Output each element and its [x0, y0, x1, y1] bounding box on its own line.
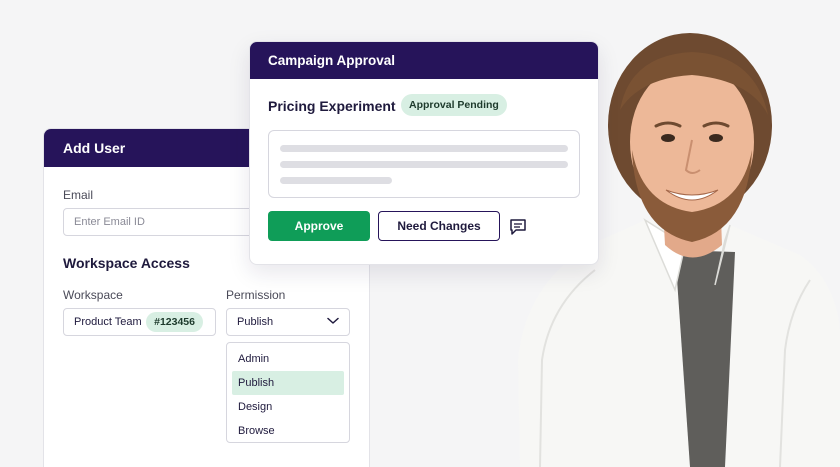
need-changes-button[interactable]: Need Changes	[378, 211, 500, 241]
permission-option-design[interactable]: Design	[232, 395, 344, 419]
experiment-title: Pricing Experiment	[268, 98, 396, 114]
comment-textarea[interactable]	[268, 130, 580, 198]
comment-icon[interactable]	[508, 217, 528, 237]
placeholder-line	[280, 161, 568, 168]
email-label: Email	[63, 188, 94, 202]
workspace-access-title: Workspace Access	[63, 255, 190, 271]
permission-select[interactable]: Publish	[226, 308, 350, 336]
chevron-down-icon	[327, 316, 339, 328]
placeholder-line	[280, 177, 392, 184]
permission-label: Permission	[226, 288, 286, 302]
permission-value: Publish	[237, 316, 274, 328]
permission-dropdown: Admin Publish Design Browse	[226, 342, 350, 443]
email-input[interactable]: Enter Email ID	[63, 208, 263, 236]
permission-option-publish[interactable]: Publish	[232, 371, 344, 395]
permission-option-admin[interactable]: Admin	[232, 347, 344, 371]
status-badge: Approval Pending	[401, 94, 507, 116]
approve-button[interactable]: Approve	[268, 211, 370, 241]
campaign-approval-title: Campaign Approval	[250, 42, 598, 79]
permission-option-browse[interactable]: Browse	[232, 419, 344, 443]
workspace-value: Product Team	[74, 316, 142, 328]
workspace-id-badge: #123456	[146, 312, 203, 332]
workspace-field[interactable]: Product Team #123456	[63, 308, 216, 336]
placeholder-line	[280, 145, 568, 152]
campaign-approval-card: Campaign Approval Pricing Experiment App…	[249, 41, 599, 265]
workspace-label: Workspace	[63, 288, 123, 302]
